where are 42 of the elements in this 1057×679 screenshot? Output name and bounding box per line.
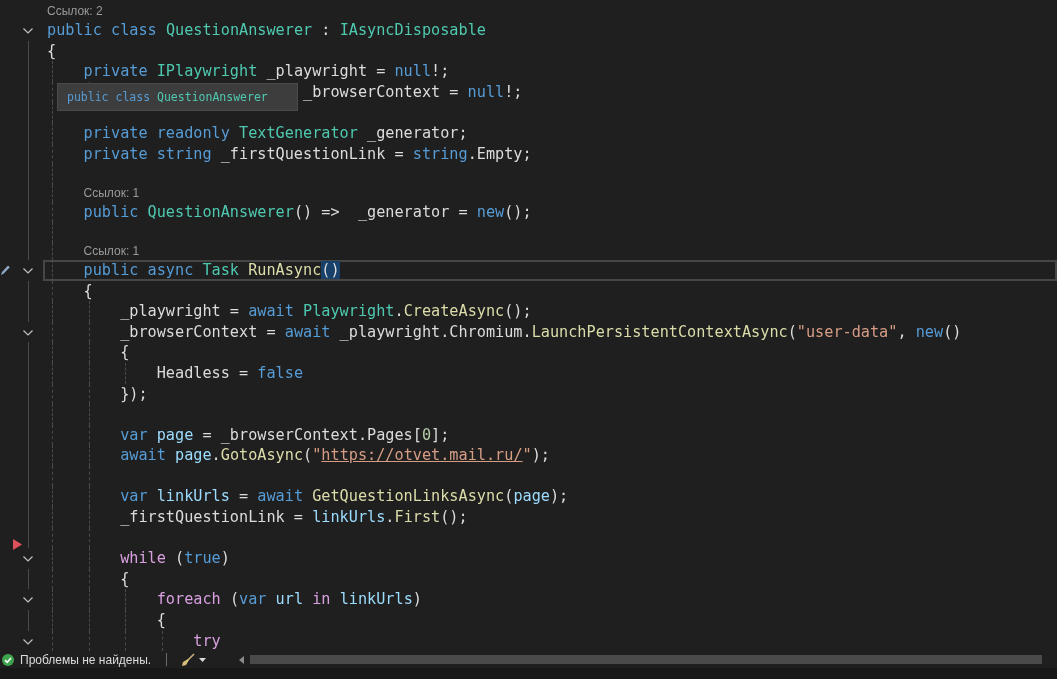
code-line: public async Task RunAsync(): [83, 259, 340, 281]
url-link[interactable]: https://otvet.mail.ru/: [321, 446, 523, 465]
brush-icon[interactable]: [181, 652, 196, 667]
collapse-chevron-icon[interactable]: [23, 28, 33, 34]
code-line: _firstQuestionLink = linkUrls.First();: [120, 507, 468, 528]
code-line: foreach (var url in linkUrls): [156, 589, 422, 611]
collapse-chevron-icon[interactable]: [23, 597, 33, 604]
code-line: await page.GotoAsync("https://otvet.mail.ru/");: [120, 445, 550, 466]
scroll-left-arrow-icon[interactable]: [239, 655, 245, 664]
triangle-marker-icon: [13, 539, 22, 551]
collapse-chevron-icon[interactable]: [23, 267, 33, 274]
code-line: Headless = false: [156, 362, 304, 384]
tooltip-text: public class QuestionAnswerer: [67, 90, 268, 104]
code-line: private string _firstQuestionLink = string.Empty;: [83, 143, 532, 165]
code-line: var linkUrls = await GetQuestionLinksAsync(page);: [120, 486, 569, 508]
caret-down-icon[interactable]: [199, 657, 207, 662]
references-codelens[interactable]: Ссылок: 2: [47, 3, 103, 20]
references-codelens[interactable]: Ссылок: 1: [83, 242, 140, 260]
status-message[interactable]: Проблемы не найдены.: [20, 652, 152, 667]
pencil-icon[interactable]: [0, 263, 11, 276]
collapse-chevron-icon[interactable]: [23, 638, 33, 645]
code-line: private readonly TextGenerator _generator;: [83, 122, 468, 144]
code-line: {: [120, 568, 130, 590]
code-line: private IPlaywright _playwright = null!;: [83, 61, 450, 82]
code-line: {: [156, 610, 166, 631]
code-line: });: [120, 383, 148, 405]
code-line: while (true): [120, 548, 230, 569]
code-line: var page = _browserContext.Pages[0];: [120, 424, 450, 446]
collapse-chevron-icon[interactable]: [23, 329, 33, 336]
code-line: _browserContext = null!;: [303, 81, 523, 103]
check-circle-icon: [2, 653, 14, 666]
horizontal-scrollbar[interactable]: [250, 655, 1043, 664]
code-line: {: [120, 342, 130, 363]
code-line: _playwright = await Playwright.CreateAsync();: [120, 301, 532, 322]
code-line: public class QuestionAnswerer : IAsyncDisposable: [47, 20, 486, 41]
code-line: try: [193, 630, 221, 651]
code-line: {: [83, 280, 93, 302]
code-line: _browserContext = await _playwright.Chromium.LaunchPersistentContextAsync("user-data", new(): [120, 321, 962, 343]
references-codelens[interactable]: Ссылок: 1: [83, 184, 140, 202]
code-line: {: [47, 40, 57, 62]
collapse-chevron-icon[interactable]: [23, 556, 33, 563]
code-line: public QuestionAnswerer() => _generator = new();: [83, 201, 532, 223]
